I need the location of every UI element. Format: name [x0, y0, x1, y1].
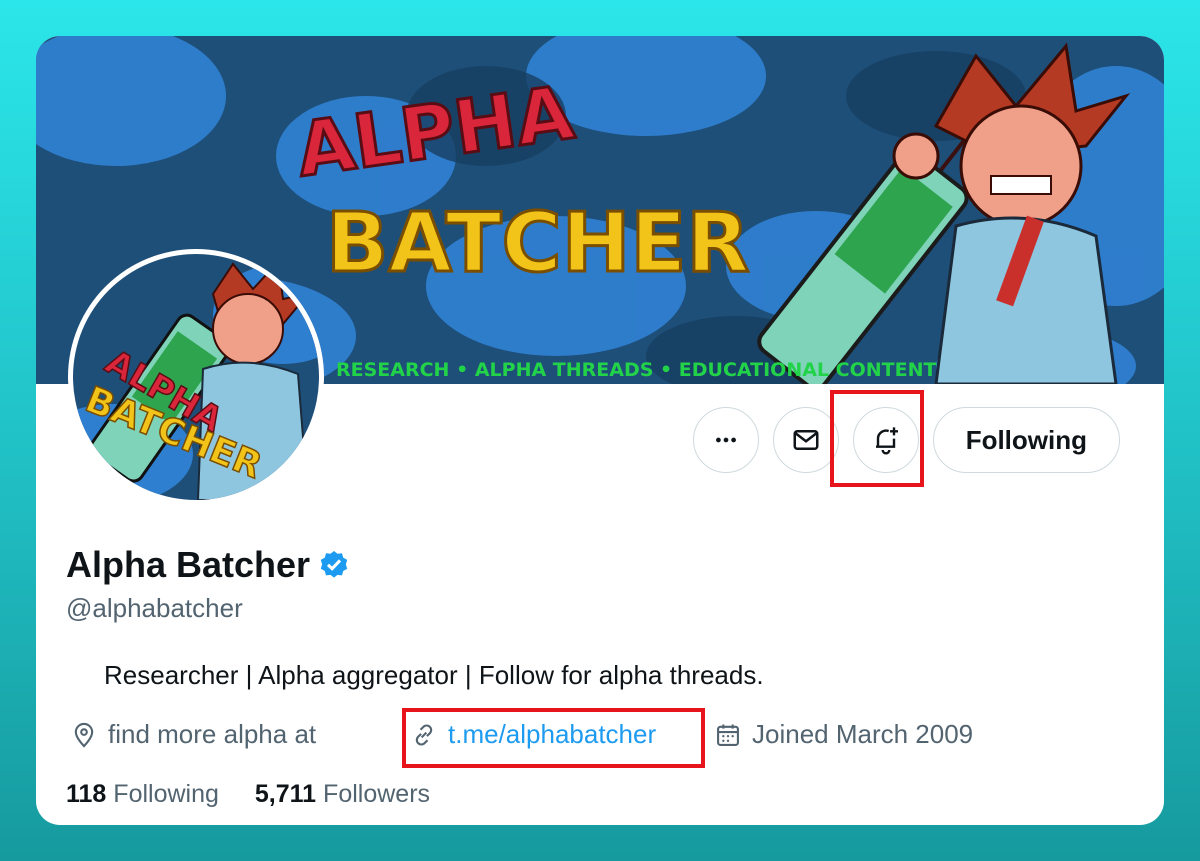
link-icon	[415, 723, 433, 746]
followers-count: 5,711	[254, 780, 317, 808]
envelope-icon	[793, 430, 819, 450]
profile-website[interactable]: t.me/alphabatcher	[410, 719, 656, 750]
profile-name-row: Alpha Batcher	[66, 544, 350, 586]
message-button[interactable]	[772, 407, 839, 473]
verified-badge-icon[interactable]	[318, 549, 350, 581]
profile-card: ALPHA BATCHER RESEARCH • ALPHA THREADS •…	[36, 36, 1164, 825]
joined-text: Joined March 2009	[752, 719, 974, 749]
banner-tagline: RESEARCH • ALPHA THREADS • EDUCATIONAL C…	[336, 359, 936, 381]
profile-stats: 118 Following 5,711 Followers	[66, 780, 430, 809]
banner-title-line2: BATCHER	[326, 196, 750, 291]
profile-name: Alpha Batcher	[66, 544, 311, 585]
calendar-icon	[717, 724, 739, 746]
profile-avatar[interactable]: ALPHA BATCHER	[68, 249, 324, 505]
location-pin-icon	[74, 722, 94, 748]
profile-handle: @alphabatcher	[66, 593, 243, 623]
following-label: Following	[113, 780, 219, 808]
profile-joined: Joined March 2009	[714, 719, 973, 750]
website-link[interactable]: t.me/alphabatcher	[448, 719, 656, 750]
more-icon	[715, 437, 736, 443]
avatar-artwork: ALPHA BATCHER	[73, 254, 319, 500]
location-text: find more alpha at	[108, 719, 317, 749]
highlight-notify-box	[830, 390, 924, 487]
following-stat[interactable]: 118 Following	[66, 780, 219, 809]
profile-bio: Researcher | Alpha aggregator | Follow f…	[104, 660, 764, 690]
followers-label: Followers	[323, 780, 431, 808]
following-button[interactable]: Following	[932, 407, 1120, 473]
more-button[interactable]	[692, 407, 759, 473]
followers-stat[interactable]: 5,711 Followers	[255, 780, 430, 809]
following-count: 118	[66, 780, 107, 808]
profile-location: find more alpha at	[70, 719, 316, 750]
